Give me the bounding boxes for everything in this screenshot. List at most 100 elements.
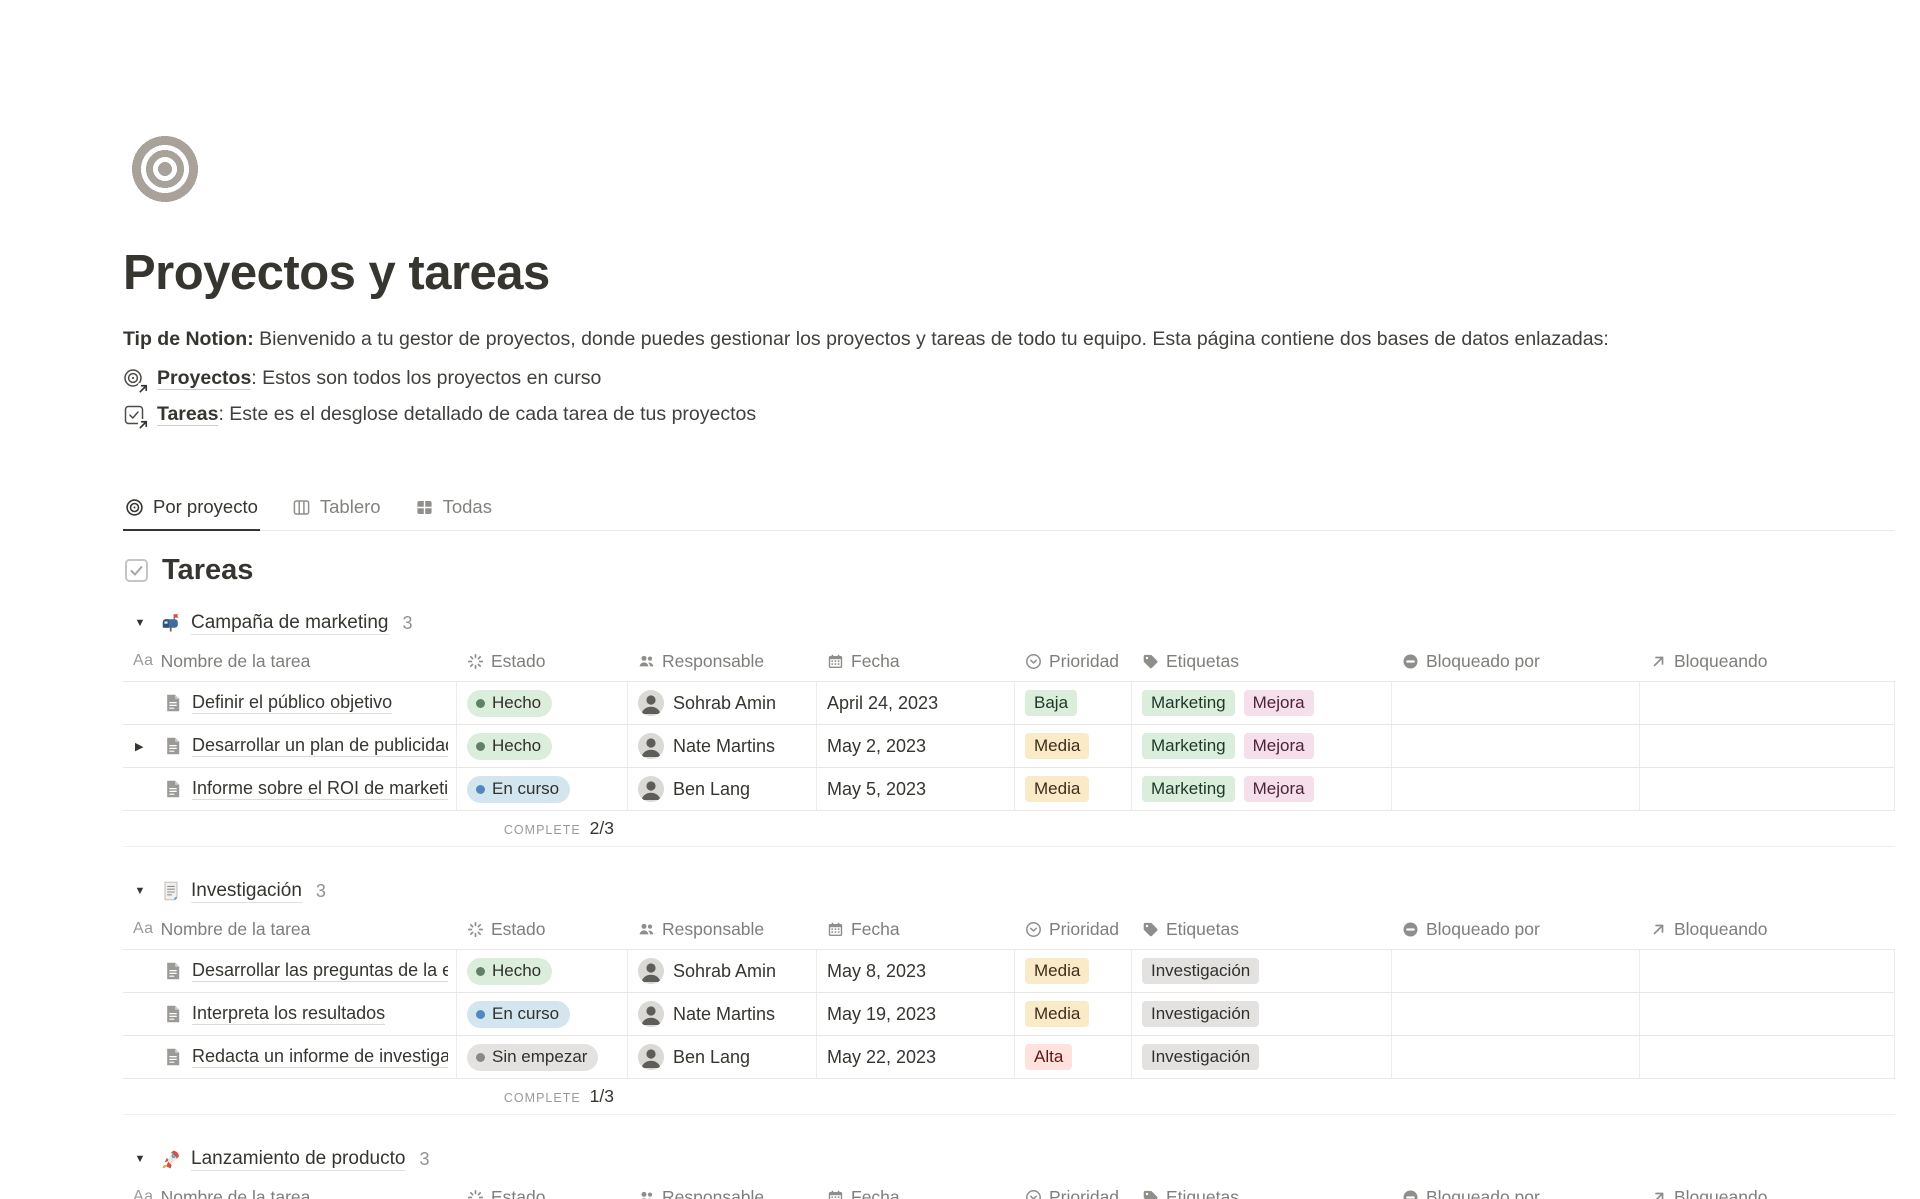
cell-status[interactable]: Sin empezar [457,1036,628,1078]
status-badge[interactable]: Hecho [467,733,552,760]
column-header-tags[interactable]: Etiquetas [1132,651,1392,672]
cell-person[interactable]: Sohrab Amin [628,950,817,992]
status-badge[interactable]: En curso [467,1001,570,1028]
cell-task-name[interactable]: Informe sobre el ROI de marketing [123,768,457,810]
column-header-person[interactable]: Responsable [628,651,817,672]
column-header-person[interactable]: Responsable [628,1187,817,1199]
task-name-link[interactable]: Definir el público objetivo [192,692,392,714]
cell-tags[interactable]: Marketing Mejora [1132,725,1392,767]
column-header-date[interactable]: Fecha [817,1187,1015,1199]
cell-task-name[interactable]: Definir el público objetivo [123,682,457,724]
task-name-link[interactable]: Informe sobre el ROI de marketing [192,778,448,800]
tag-badge[interactable]: Investigación [1142,1044,1259,1070]
task-name-link[interactable]: Interpreta los resultados [192,1003,385,1025]
tag-badge[interactable]: Marketing [1142,733,1235,759]
column-header-date[interactable]: Fecha [817,651,1015,672]
column-header-blocking[interactable]: Bloqueando [1640,651,1895,672]
cell-priority[interactable]: Media [1015,768,1132,810]
tag-badge[interactable]: Marketing [1142,776,1235,802]
cell-blocking[interactable] [1640,768,1895,810]
column-header-tags[interactable]: Etiquetas [1132,919,1392,940]
tab-tablero[interactable]: Tablero [290,488,383,531]
cell-tags[interactable]: Investigación [1132,1036,1392,1078]
column-header-name[interactable]: AaNombre de la tarea [123,651,457,672]
cell-tags[interactable]: Investigación [1132,993,1392,1035]
cell-priority[interactable]: Baja [1015,682,1132,724]
priority-badge[interactable]: Media [1025,733,1089,759]
cell-date[interactable]: May 2, 2023 [817,725,1015,767]
column-header-priority[interactable]: Prioridad [1015,919,1132,940]
task-name-link[interactable]: Redacta un informe de investigación [192,1046,448,1068]
group-name-link[interactable]: Investigación [191,880,302,903]
cell-person[interactable]: Nate Martins [628,993,817,1035]
column-header-blocking[interactable]: Bloqueando [1640,1187,1895,1199]
cell-blocked-by[interactable] [1392,950,1640,992]
column-header-name[interactable]: AaNombre de la tarea [123,919,457,940]
group-toggle-icon[interactable]: ▼ [129,617,151,629]
column-header-person[interactable]: Responsable [628,919,817,940]
column-header-blocked_by[interactable]: Bloqueado por [1392,651,1640,672]
tab-todas[interactable]: Todas [413,488,494,531]
group-toggle-icon[interactable]: ▼ [129,1153,151,1165]
projects-page-link[interactable]: Proyectos [157,367,251,390]
cell-date[interactable]: May 22, 2023 [817,1036,1015,1078]
page-target-icon[interactable] [131,135,199,203]
cell-date[interactable]: May 5, 2023 [817,768,1015,810]
column-header-tags[interactable]: Etiquetas [1132,1187,1392,1199]
column-header-name[interactable]: AaNombre de la tarea [123,1187,457,1199]
cell-blocked-by[interactable] [1392,1036,1640,1078]
cell-tags[interactable]: Marketing Mejora [1132,768,1392,810]
column-header-blocked_by[interactable]: Bloqueado por [1392,1187,1640,1199]
tag-badge[interactable]: Investigación [1142,1001,1259,1027]
cell-blocking[interactable] [1640,725,1895,767]
tab-por-proyecto[interactable]: Por proyecto [123,488,260,531]
tag-badge[interactable]: Investigación [1142,958,1259,984]
column-header-priority[interactable]: Prioridad [1015,651,1132,672]
cell-priority[interactable]: Alta [1015,1036,1132,1078]
cell-priority[interactable]: Media [1015,725,1132,767]
cell-status[interactable]: Hecho [457,950,628,992]
column-header-date[interactable]: Fecha [817,919,1015,940]
cell-task-name[interactable]: ▶ Desarrollar un plan de publicidad [123,725,457,767]
priority-badge[interactable]: Baja [1025,690,1077,716]
group-toggle-icon[interactable]: ▼ [129,885,151,897]
column-header-status[interactable]: Estado [457,651,628,672]
status-badge[interactable]: Sin empezar [467,1044,598,1071]
column-header-status[interactable]: Estado [457,919,628,940]
cell-status[interactable]: Hecho [457,682,628,724]
cell-status[interactable]: En curso [457,768,628,810]
task-name-link[interactable]: Desarrollar las preguntas de la encuesta [192,960,448,982]
tag-badge[interactable]: Mejora [1244,776,1314,802]
row-toggle-icon[interactable]: ▶ [135,740,143,753]
column-header-blocking[interactable]: Bloqueando [1640,919,1895,940]
status-badge[interactable]: Hecho [467,690,552,717]
column-header-priority[interactable]: Prioridad [1015,1187,1132,1199]
cell-date[interactable]: May 8, 2023 [817,950,1015,992]
cell-blocked-by[interactable] [1392,682,1640,724]
cell-tags[interactable]: MarketingMejora [1132,682,1392,724]
cell-blocked-by[interactable] [1392,768,1640,810]
cell-status[interactable]: En curso [457,993,628,1035]
cell-person[interactable]: Nate Martins [628,725,817,767]
cell-priority[interactable]: Media [1015,993,1132,1035]
cell-blocking[interactable] [1640,682,1895,724]
cell-date[interactable]: May 19, 2023 [817,993,1015,1035]
priority-badge[interactable]: Media [1025,1001,1089,1027]
tag-badge[interactable]: Mejora [1244,733,1314,759]
tag-badge[interactable]: Mejora [1244,690,1314,716]
cell-date[interactable]: April 24, 2023 [817,682,1015,724]
column-header-status[interactable]: Estado [457,1187,628,1199]
task-name-link[interactable]: Desarrollar un plan de publicidad [192,735,448,757]
complete-calc[interactable]: COMPLETE2/3 [123,818,628,839]
status-badge[interactable]: Hecho [467,958,552,985]
complete-calc[interactable]: COMPLETE1/3 [123,1086,628,1107]
cell-task-name[interactable]: Interpreta los resultados [123,993,457,1035]
priority-badge[interactable]: Media [1025,958,1089,984]
column-header-blocked_by[interactable]: Bloqueado por [1392,919,1640,940]
cell-blocking[interactable] [1640,950,1895,992]
cell-blocking[interactable] [1640,993,1895,1035]
cell-person[interactable]: Sohrab Amin [628,682,817,724]
cell-person[interactable]: Ben Lang [628,1036,817,1078]
cell-blocked-by[interactable] [1392,993,1640,1035]
cell-tags[interactable]: Investigación [1132,950,1392,992]
